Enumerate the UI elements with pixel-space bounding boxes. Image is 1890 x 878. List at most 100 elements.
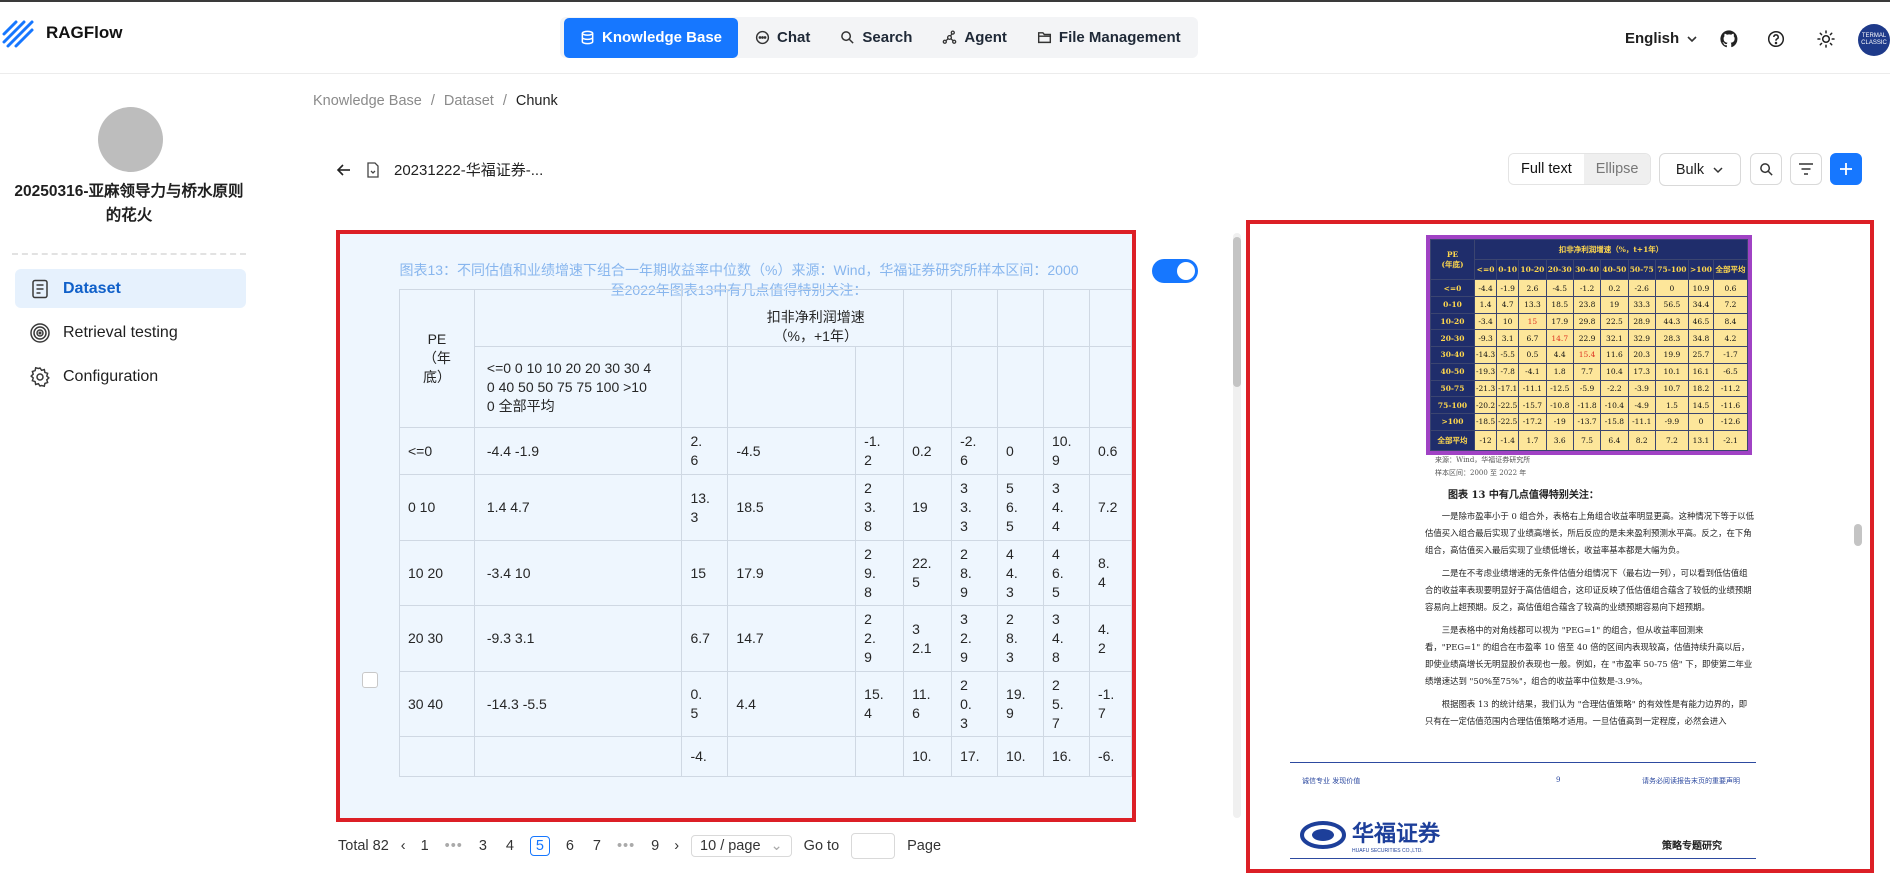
preview-cell: -18.5 [1473, 413, 1498, 431]
preview-source: 来源：Wind，华福证券研究所 样本区间：2000 至 2022 年 [1435, 454, 1530, 480]
table-cell [1043, 346, 1090, 428]
preview-cell: 7.5 [1572, 429, 1602, 452]
user-avatar[interactable]: TERMAL CLASSIC [1858, 24, 1890, 56]
table-cell [951, 346, 999, 428]
preview-cell: -12.6 [1713, 413, 1748, 431]
table-cell: 10. [903, 736, 953, 777]
preview-cell: -21.3 [1473, 379, 1498, 398]
table-cell: -3.4 10 [473, 540, 683, 606]
page-number[interactable]: 7 [590, 838, 604, 854]
chunk-card[interactable]: 图表13：不同估值和业绩增速下组合一年期收益率中位数（%）来源：Wind，华福证… [340, 234, 1132, 818]
sidebar-item-dataset[interactable]: Dataset [15, 269, 246, 308]
breadcrumb-dataset[interactable]: Dataset [444, 93, 494, 109]
search-button[interactable] [1750, 153, 1782, 185]
page-size-select[interactable]: 10 / page ⌄ [691, 835, 792, 857]
github-icon[interactable] [1720, 30, 1738, 48]
page-number[interactable]: 6 [563, 838, 577, 854]
preview-cell: 6.7 [1518, 329, 1547, 348]
chunk-select-checkbox[interactable] [362, 672, 378, 688]
document-preview[interactable]: PE (年底) 扣非净利润增速（%，t+1年） <=0 0-10 10-20 20-3… [1246, 220, 1874, 873]
preview-footer-page: 9 [1556, 776, 1561, 784]
nav-agent[interactable]: Agent [929, 19, 1020, 57]
top-navigation-bar: RAGFlow Knowledge Base Chat Search Agent… [0, 0, 1890, 74]
preview-table-row: >100 -18.5 -22.5 -17.2 -19 -13.7 -15.8 -11.1 -9.… [1430, 413, 1748, 431]
preview-column-header: 50-75 [1627, 259, 1656, 281]
nav-search[interactable]: Search [827, 19, 925, 57]
preview-cell: 19.9 [1654, 346, 1689, 364]
page-size-value: 10 / page [700, 838, 761, 854]
pagination-total: Total 82 [338, 838, 389, 854]
document-header: 20231222-华福证券-... [336, 159, 543, 180]
table-cell: 4 4. 3 [997, 540, 1044, 606]
full-text-option[interactable]: Full text [1509, 154, 1584, 184]
goto-page-input[interactable] [851, 833, 896, 859]
preview-cell: -1.2 [1572, 279, 1602, 297]
preview-bottom-rule [1290, 858, 1756, 859]
preview-cell: -3.4 [1473, 312, 1498, 331]
prev-page-icon[interactable]: ‹ [401, 838, 406, 854]
bulk-dropdown[interactable]: Bulk [1659, 153, 1741, 186]
preview-cell: -5.9 [1572, 379, 1602, 398]
preview-paragraph: 三是表格中的对角线都可以视为 "PEG=1" 的组合，但从收益率回测来看，"PE… [1425, 625, 1753, 686]
page-number[interactable]: 5 [529, 836, 550, 856]
page-number[interactable]: 3 [476, 838, 490, 854]
preview-footer-left: 诚信专业 发现价值 [1302, 777, 1361, 785]
app-logo[interactable]: RAGFlow [2, 16, 123, 50]
preview-column-header: 20-30 [1545, 259, 1574, 281]
sidebar-item-configuration[interactable]: Configuration [15, 357, 246, 396]
preview-cell: 33.3 [1627, 295, 1656, 314]
preview-column-header: 75-100 [1654, 259, 1689, 281]
preview-cell: 3.1 [1496, 329, 1520, 348]
theme-sun-icon[interactable] [1817, 30, 1835, 48]
table-header-buckets: <=0 0 10 10 20 20 30 30 4 0 40 50 50 75 … [473, 346, 683, 428]
preview-cell: 22.9 [1572, 329, 1602, 348]
next-page-icon[interactable]: › [674, 838, 679, 854]
chunk-enable-switch[interactable] [1152, 259, 1198, 283]
preview-cell: 28.9 [1627, 312, 1656, 331]
preview-cell: 56.5 [1654, 295, 1689, 314]
preview-cell: 20.3 [1627, 346, 1656, 364]
breadcrumb-knowledge-base[interactable]: Knowledge Base [313, 93, 422, 109]
page-number[interactable]: 4 [503, 838, 517, 854]
back-arrow-icon[interactable] [336, 162, 352, 178]
preview-cell: -1.4 [1496, 429, 1520, 452]
preview-cell: 4.2 [1713, 329, 1748, 348]
preview-scrollbar[interactable] [1854, 524, 1862, 546]
plus-icon [1840, 163, 1852, 175]
ellipse-option[interactable]: Ellipse [1583, 154, 1651, 184]
preview-cell: 14.7 [1545, 329, 1574, 348]
preview-cell: -11.8 [1572, 396, 1602, 415]
chunk-list-scrollbar[interactable] [1233, 233, 1241, 818]
page-number[interactable]: 9 [648, 838, 662, 854]
preview-cell: 13.1 [1687, 429, 1715, 452]
page-ellipsis[interactable]: ••• [445, 838, 463, 854]
help-icon[interactable] [1767, 30, 1785, 48]
preview-table-row: 0-10 1.4 4.7 13.3 18.5 23.8 19 33.3 56.5 34.4 7.2 [1430, 295, 1748, 314]
preview-cell: 7.7 [1572, 362, 1602, 381]
preview-body: 一是除市盈率小于 0 组合外，表格右上角组合收益率明显更高。这种情况下等于以低估… [1425, 508, 1755, 736]
preview-table-header-pe: PE (年底) [1430, 238, 1475, 281]
preview-cell: -4.9 [1627, 396, 1656, 415]
filter-button[interactable] [1790, 153, 1822, 185]
table-header-pe: PE （年 底） [399, 289, 475, 428]
table-cell: 0. 5 [681, 671, 729, 737]
page-number[interactable]: 1 [418, 838, 432, 854]
sidebar-item-retrieval-testing[interactable]: Retrieval testing [15, 313, 246, 352]
preview-cell: -4.5 [1545, 279, 1574, 297]
add-chunk-button[interactable] [1830, 153, 1862, 185]
page-ellipsis[interactable]: ••• [617, 838, 635, 854]
preview-cell: 10 [1496, 312, 1520, 331]
nav-knowledge-base[interactable]: Knowledge Base [564, 17, 739, 58]
preview-cell: -19.3 [1473, 362, 1498, 381]
preview-cell: 0.5 [1518, 346, 1547, 364]
preview-cell: 10.4 [1600, 362, 1629, 381]
search-icon [1759, 162, 1773, 176]
language-selector[interactable]: English [1625, 30, 1699, 47]
preview-cell: 32.1 [1600, 329, 1629, 348]
nav-chat[interactable]: Chat [742, 19, 823, 57]
preview-cell: 6.4 [1600, 429, 1629, 452]
nav-file-management[interactable]: File Management [1024, 19, 1194, 57]
preview-column-header: 全部平均 [1713, 259, 1748, 281]
table-header-empty [1043, 289, 1090, 347]
preview-column-header: 40-50 [1600, 259, 1629, 281]
